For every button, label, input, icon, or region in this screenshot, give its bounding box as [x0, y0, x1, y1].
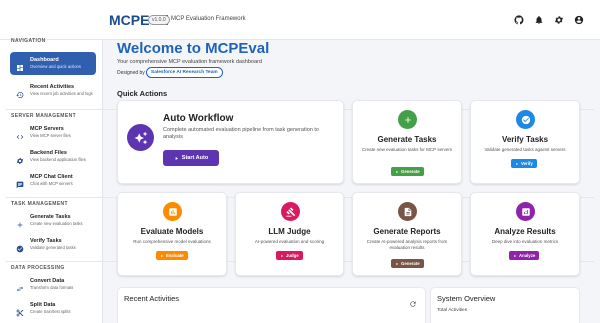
sidebar-item-convert-data[interactable]: Convert Data Transform data formats: [10, 273, 96, 296]
designer-badge[interactable]: Salesforce AI Research Team: [146, 67, 223, 78]
llm-judge-card[interactable]: LLM Judge AI-powered evaluation and scor…: [235, 192, 344, 276]
designed-by-label: Designed by: [117, 70, 145, 76]
gear-icon[interactable]: [553, 14, 564, 25]
analyze-button[interactable]: Analyze: [509, 251, 540, 260]
sidebar-item-mcp-servers[interactable]: MCP Servers View MCP server files: [10, 121, 96, 144]
auto-workflow-title: Auto Workflow: [163, 113, 234, 124]
sidebar-item-label: MCP Servers: [30, 126, 64, 132]
sidebar-item-label: Verify Tasks: [30, 238, 62, 244]
settings-icon: [16, 152, 24, 164]
evaluate-button[interactable]: Evaluate: [156, 251, 188, 260]
section-task-management: TASK MANAGEMENT: [11, 201, 69, 207]
top-app-bar: MCPEval v1.0.0 MCP Evaluation Framework: [0, 0, 600, 40]
chat-icon: [16, 176, 24, 189]
sidebar-item-desc: Transform data formats: [30, 285, 74, 290]
sidebar-item-desc: Create new evaluation tasks: [30, 221, 83, 226]
sidebar-item-recent-activities[interactable]: Recent Activities View recent job activi…: [10, 79, 96, 102]
card-title: LLM Judge: [268, 227, 311, 236]
card-desc: Deep dive into evaluation metrics: [491, 239, 559, 244]
judge-button[interactable]: Judge: [276, 251, 303, 260]
history-icon: [16, 86, 24, 98]
dashboard-icon: [16, 59, 24, 71]
section-data-processing: DATA PROCESSING: [11, 265, 65, 271]
sidebar-item-dashboard[interactable]: Dashboard Overview and quick actions: [10, 52, 96, 75]
card-title: Generate Tasks: [377, 135, 437, 144]
start-auto-button[interactable]: Start Auto: [163, 150, 219, 166]
card-desc: AI-powered evaluation and scoring: [254, 239, 325, 244]
total-activities-label: Total Activities: [437, 308, 468, 313]
sidebar-item-backend-files[interactable]: Backend Files View backend application f…: [10, 145, 96, 168]
generate-tasks-button[interactable]: Generate: [391, 167, 424, 176]
auto-workflow-desc: Complete automated evaluation pipeline f…: [163, 127, 319, 140]
card-desc: Create new evaluation tasks for MCP serv…: [361, 147, 453, 152]
section-server-management: SERVER MANAGEMENT: [11, 113, 77, 119]
assessment-icon: [163, 202, 182, 221]
refresh-icon[interactable]: [409, 295, 417, 307]
check-icon: [516, 110, 535, 129]
analytics-icon: [516, 202, 535, 221]
sidebar-item-desc: Overview and quick actions: [30, 64, 81, 69]
code-icon: [16, 128, 24, 139]
recent-activities-title: Recent Activities: [124, 294, 180, 303]
sidebar-item-verify-tasks[interactable]: Verify Tasks Validate generated tasks: [10, 233, 96, 256]
app-subtitle: MCP Evaluation Framework: [171, 16, 246, 22]
check-circle-icon: [16, 240, 24, 253]
card-desc: Run comprehensive model evaluations: [133, 239, 211, 244]
quick-actions-title: Quick Actions: [117, 89, 168, 98]
sidebar-item-desc: View MCP server files: [30, 133, 71, 138]
verify-tasks-button[interactable]: Verify: [511, 159, 537, 168]
page-title: Welcome to MCPEval: [117, 40, 270, 57]
bell-icon[interactable]: [533, 14, 544, 25]
sidebar-item-label: Split Data: [30, 302, 56, 308]
sidebar-item-desc: Validate generated tasks: [30, 245, 76, 250]
card-title: Evaluate Models: [140, 227, 204, 236]
sidebar-item-desc: Create train/test splits: [30, 309, 71, 314]
gavel-icon: [281, 202, 300, 221]
card-desc: Create AI-powered analysis reports from …: [366, 239, 448, 250]
version-badge: v1.0.0: [148, 15, 170, 25]
document-icon: [398, 202, 417, 221]
generate-reports-card[interactable]: Generate Reports Create AI-powered analy…: [352, 192, 462, 276]
system-overview-title: System Overview: [437, 294, 496, 303]
card-title: Verify Tasks: [501, 135, 549, 144]
sidebar-item-generate-tasks[interactable]: Generate Tasks Create new evaluation tas…: [10, 209, 96, 232]
recent-activities-panel: Recent Activities: [117, 287, 426, 323]
sidebar-item-desc: View backend application files: [30, 157, 86, 162]
section-navigation: NAVIGATION: [11, 38, 46, 44]
sidebar-item-label: MCP Chat Client: [30, 174, 73, 180]
sidebar-item-split-data[interactable]: Split Data Create train/test splits: [10, 297, 96, 320]
start-auto-label: Start Auto: [181, 155, 209, 161]
plus-icon: [16, 216, 24, 228]
sidebar-item-label: Generate Tasks: [30, 214, 71, 220]
sidebar-item-label: Dashboard: [30, 57, 59, 63]
card-title: Analyze Results: [494, 227, 556, 236]
verify-tasks-card[interactable]: Verify Tasks Validate generated tasks ag…: [470, 100, 580, 184]
card-title: Generate Reports: [373, 227, 441, 236]
sidebar-item-label: Recent Activities: [30, 84, 75, 90]
sidebar-item-mcp-chat-client[interactable]: MCP Chat Client Chat with MCP servers: [10, 169, 96, 192]
convert-icon: [16, 280, 24, 292]
scissors-icon: [16, 304, 24, 317]
generate-reports-button[interactable]: Generate: [391, 259, 424, 268]
analyze-results-card[interactable]: Analyze Results Deep dive into evaluatio…: [470, 192, 580, 276]
sparkle-icon: [127, 124, 154, 151]
card-desc: Validate generated tasks against servers: [484, 147, 566, 152]
play-icon: [175, 156, 178, 160]
plus-icon: [398, 110, 417, 129]
sidebar-item-label: Convert Data: [30, 278, 65, 284]
account-icon[interactable]: [573, 14, 584, 25]
system-overview-panel: System Overview Total Activities: [430, 287, 580, 323]
evaluate-models-card[interactable]: Evaluate Models Run comprehensive model …: [117, 192, 227, 276]
sidebar-item-desc: View recent job activities and logs: [30, 91, 93, 96]
generate-tasks-card[interactable]: Generate Tasks Create new evaluation tas…: [352, 100, 462, 184]
sidebar-item-label: Backend Files: [30, 150, 67, 156]
page-subtitle: Your comprehensive MCP evaluation framew…: [117, 59, 262, 65]
github-icon[interactable]: [513, 14, 524, 25]
sidebar-item-desc: Chat with MCP servers: [30, 181, 73, 186]
